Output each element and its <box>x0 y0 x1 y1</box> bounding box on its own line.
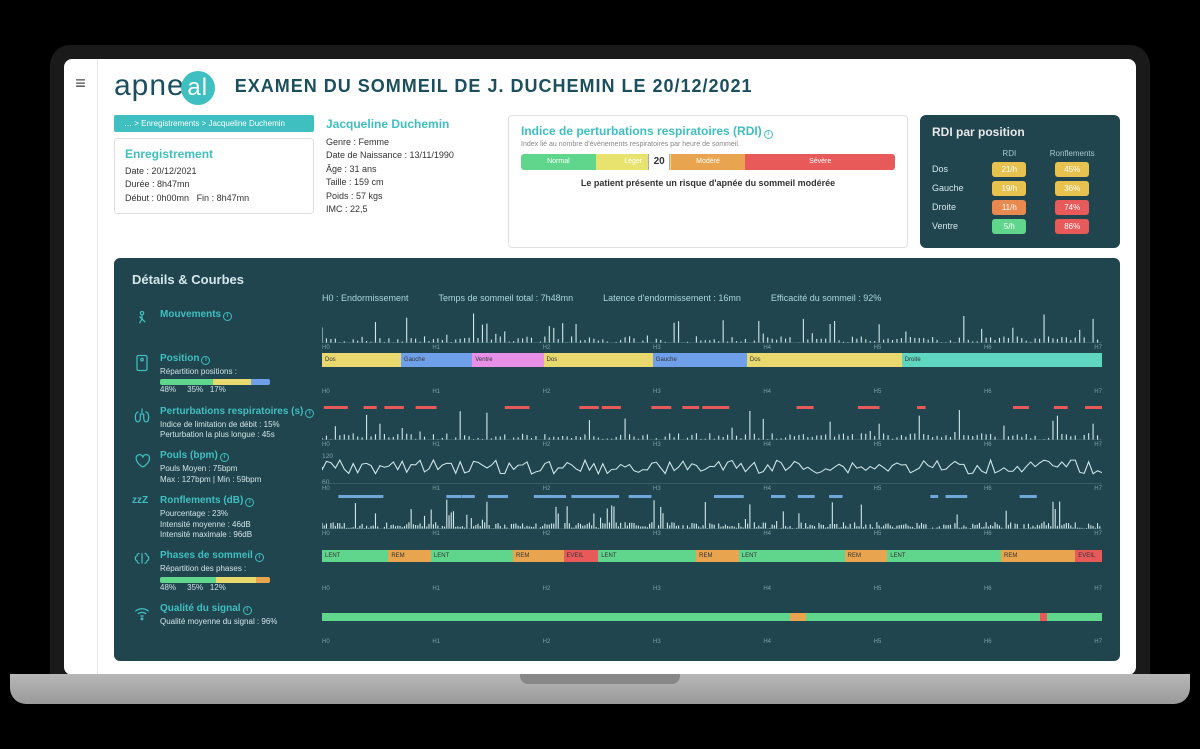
rdi-pill: 5/h <box>992 219 1026 234</box>
patient-name: Jacqueline Duchemin <box>326 115 496 133</box>
rdi-gauge: Normal Léger Modéré Sévère 20 <box>521 154 895 170</box>
timeline-segment: REM <box>1001 550 1075 562</box>
info-icon[interactable]: i <box>245 498 254 507</box>
breadcrumb[interactable]: … > Enregistrements > Jacqueline Duchemi… <box>114 115 314 132</box>
info-icon[interactable]: i <box>764 130 773 139</box>
stat-latency: Latence d'endormissement : 16mn <box>603 293 741 303</box>
info-icon[interactable]: i <box>220 453 229 462</box>
page-title: EXAMEN DU SOMMEIL DE J. DUCHEMIN LE 20/1… <box>235 76 753 97</box>
position-chart: DosGaucheVentreDosGaucheDosDroiteH0H1H2H… <box>322 353 1102 387</box>
rdi-subtitle: Index lié au nombre d'évènements respira… <box>521 141 895 148</box>
rdi-row-label: Ventre <box>932 219 982 234</box>
rdi-row-label: Dos <box>932 162 982 177</box>
rdi-value: 20 <box>648 154 670 170</box>
timeline-segment: REM <box>696 550 739 562</box>
rdi-pill: 19/h <box>992 181 1026 196</box>
signal-chart: H0H1H2H3H4H5H6H7 <box>322 603 1102 637</box>
timeline-segment: Dos <box>544 353 653 367</box>
svg-text:120: 120 <box>322 454 334 461</box>
stat-efficiency: Efficacité du sommeil : 92% <box>771 293 881 303</box>
movement-icon <box>132 309 152 329</box>
rdi-position-card: RDI par position RDIRonflements Dos21/h4… <box>920 115 1120 248</box>
snoring-chart: H0H1H2H3H4H5H6H7 <box>322 495 1102 529</box>
rdi-title: Indice de perturbations respiratoires (R… <box>521 124 762 138</box>
rdi-pill: 21/h <box>992 162 1026 177</box>
timeline-segment: REM <box>388 550 431 562</box>
rdi-row-label: Droite <box>932 200 982 215</box>
timeline-segment: LENT <box>598 550 696 562</box>
details-panel: Détails & Courbes H0 : Endormissement Te… <box>114 258 1120 661</box>
info-icon[interactable]: i <box>255 553 264 562</box>
timeline-segment: Dos <box>747 353 902 367</box>
info-icon[interactable]: i <box>201 356 210 365</box>
perturbations-chart: H0H1H2H3H4H5H6H7 <box>322 406 1102 440</box>
ronf-pill: 36% <box>1055 181 1089 196</box>
position-icon <box>132 353 152 373</box>
pulse-chart: 12060H0H1H2H3H4H5H6H7 <box>322 450 1102 484</box>
svg-text:60: 60 <box>322 480 330 485</box>
menu-toggle[interactable]: ≡ <box>64 59 98 675</box>
info-icon[interactable]: i <box>243 606 252 615</box>
rdi-row-label: Gauche <box>932 181 982 196</box>
timeline-segment: LENT <box>431 550 513 562</box>
recording-duration: Durée : 8h47mn <box>125 178 303 192</box>
patient-card: Jacqueline Duchemin Genre : Femme Date d… <box>326 115 496 248</box>
phases-chart: LENTREMLENTREMEVEILLENTREMLENTREMLENTREM… <box>322 550 1102 584</box>
recording-end: Fin : 8h47mn <box>197 193 250 203</box>
brain-icon <box>132 550 152 570</box>
recording-title: Enregistrement <box>125 147 303 161</box>
rdi-pill: 11/h <box>992 200 1026 215</box>
ronf-pill: 86% <box>1055 219 1089 234</box>
info-icon[interactable]: i <box>305 409 314 418</box>
recording-date: Date : 20/12/2021 <box>125 165 303 179</box>
timeline-segment: EVEIL <box>564 550 599 562</box>
recording-start: Début : 0h00mn <box>125 193 189 203</box>
heart-icon <box>132 450 152 470</box>
rdi-card: Indice de perturbations respiratoires (R… <box>508 115 908 248</box>
wifi-icon <box>132 603 152 623</box>
timeline-segment: Gauche <box>401 353 472 367</box>
lungs-icon <box>132 406 152 426</box>
timeline-segment: REM <box>513 550 563 562</box>
ronf-pill: 74% <box>1055 200 1089 215</box>
movements-chart: H0H1H2H3H4H5H6H7 <box>322 309 1102 343</box>
ronf-pill: 45% <box>1055 162 1089 177</box>
details-title: Détails & Courbes <box>132 272 1102 287</box>
timeline-segment: Gauche <box>653 353 747 367</box>
zzz-icon: zzZ <box>132 495 152 515</box>
timeline-segment: Ventre <box>472 353 543 367</box>
timeline-segment: LENT <box>322 550 388 562</box>
logo: apneal <box>114 69 215 105</box>
timeline-segment: EVEIL <box>1075 550 1102 562</box>
recording-card: Enregistrement Date : 20/12/2021 Durée :… <box>114 138 314 215</box>
info-icon[interactable]: i <box>223 312 232 321</box>
timeline-segment: REM <box>845 550 888 562</box>
stat-total: Temps de sommeil total : 7h48mn <box>439 293 574 303</box>
timeline-segment: Dos <box>322 353 401 367</box>
stat-h0: H0 : Endormissement <box>322 293 409 303</box>
timeline-segment: Droite <box>902 353 1102 367</box>
rdi-risk: Le patient présente un risque d'apnée du… <box>521 178 895 188</box>
timeline-segment: LENT <box>739 550 845 562</box>
timeline-segment: LENT <box>887 550 1001 562</box>
